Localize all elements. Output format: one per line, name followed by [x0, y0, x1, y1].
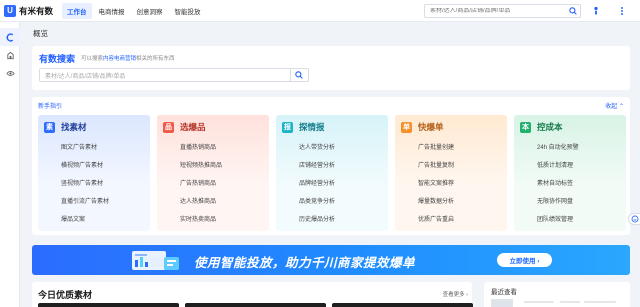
logo-mark: U	[4, 4, 16, 17]
search-icon[interactable]	[566, 5, 580, 17]
card-title[interactable]: 探情报	[299, 121, 325, 133]
guide-link[interactable]: 历史爆品分析	[299, 215, 388, 233]
recent-item-placeholder	[524, 301, 554, 303]
main-search-input[interactable]: 素材/达人/商品/店铺/品牌/单品	[39, 68, 291, 82]
view-more-link[interactable]: 查看更多 ›	[443, 290, 468, 298]
guide-link[interactable]: 店铺经营分析	[299, 161, 388, 179]
guide-link[interactable]: 广告批量复制	[418, 161, 507, 179]
material-thumbnail[interactable]	[38, 303, 179, 307]
material-thumbnail[interactable]	[332, 303, 473, 307]
subtitle-highlight: 内容电商营销	[103, 56, 137, 62]
guide-link[interactable]: 团队绩效管理	[537, 215, 626, 233]
guide-link[interactable]: 短视频热推商品	[180, 161, 269, 179]
nav-ecommerce-intel[interactable]: 电商情报	[94, 3, 130, 19]
guide-link[interactable]: 优质广告重启	[418, 215, 507, 233]
subtitle-pre: 可以搜索	[81, 56, 104, 62]
guide-link[interactable]: 爆品文案	[61, 215, 150, 233]
guide-link[interactable]: 低质计划清理	[537, 161, 626, 179]
top-header: U 有米有数 工作台 电商情报 创意洞察 智能投放	[0, 0, 640, 22]
guide-link[interactable]: 竖视频广告素材	[61, 179, 150, 197]
search-card-title: 有数搜索	[39, 54, 76, 64]
today-quality-materials: 今日优质素材 查看更多 ›	[32, 282, 473, 307]
beginner-guide: 新手指引 收起 ⌃ 素找素材 图文广告素材 横视频广告素材 竖视频广告素材 直播…	[32, 97, 630, 235]
card-fast-orders: 单快爆单 广告批量创建 广告批量复制 智能文案推荐 爆量数据分析 优质广告重启	[395, 115, 507, 231]
guide-link[interactable]: 品类竞争分析	[299, 197, 388, 215]
guide-link[interactable]: 爆量数据分析	[418, 197, 507, 215]
guide-link[interactable]: 实时热卖商品	[180, 215, 269, 233]
guide-link[interactable]: 横视频广告素材	[61, 161, 150, 179]
nav-creative-insight[interactable]: 创意洞察	[132, 3, 168, 19]
recent-item-placeholder	[584, 301, 616, 303]
material-icon: 素	[44, 121, 55, 133]
section-title: 最近查看	[491, 289, 517, 296]
overview-icon[interactable]	[0, 28, 20, 46]
promo-banner[interactable]: 使用智能投放，助力千川商家提效爆单 立即使用 ›	[32, 245, 630, 275]
customer-service-icon[interactable]	[628, 213, 640, 225]
top-search-box	[424, 4, 581, 18]
guide-link[interactable]: 达人热推商品	[180, 197, 269, 215]
recently-viewed: 最近查看	[484, 282, 630, 307]
nav-workbench[interactable]: 工作台	[62, 2, 92, 19]
more-icon[interactable]	[618, 4, 626, 18]
guide-link[interactable]: 智能文案推荐	[418, 179, 507, 197]
user-icon[interactable]	[591, 6, 600, 15]
recent-thumbnail[interactable]	[491, 299, 513, 307]
guide-title: 新手指引	[38, 104, 63, 110]
card-title[interactable]: 找素材	[61, 121, 87, 133]
order-icon: 单	[401, 121, 412, 133]
material-thumbnail[interactable]	[185, 303, 326, 307]
page-title: 概览	[33, 29, 48, 38]
search-icon	[295, 71, 303, 79]
app-logo[interactable]: U 有米有数	[0, 4, 60, 17]
search-card: 有数搜索 可以搜索内容电商营销相关的所有东西 素材/达人/商品/店铺/品牌/单品	[32, 46, 630, 90]
guide-link[interactable]: 直播热销商品	[180, 143, 269, 161]
card-title[interactable]: 快爆单	[418, 121, 444, 133]
subtitle-post: 相关的所有东西	[136, 56, 175, 62]
shop-icon[interactable]	[0, 46, 20, 64]
recent-item-placeholder	[560, 301, 580, 303]
search-button[interactable]	[290, 68, 309, 82]
use-now-button[interactable]: 立即使用 ›	[497, 253, 552, 267]
guide-link[interactable]: 直播引流广告素材	[61, 197, 150, 215]
banner-headline: 使用智能投放，助力千川商家提效爆单	[194, 256, 416, 270]
card-title[interactable]: 控成本	[537, 121, 563, 133]
app-name: 有米有数	[19, 5, 54, 16]
main-nav: 工作台 电商情报 创意洞察 智能投放	[62, 2, 208, 19]
collapse-button[interactable]: 收起 ⌃	[605, 101, 624, 110]
product-icon: 品	[163, 121, 174, 133]
guide-link[interactable]: 广告热销商品	[180, 179, 269, 197]
guide-link[interactable]: 无限协作网盘	[537, 197, 626, 215]
card-title[interactable]: 选爆品	[180, 121, 206, 133]
report-icon: 报	[282, 121, 293, 133]
cost-icon: 本	[520, 121, 531, 133]
search-card-subtitle: 可以搜索内容电商营销相关的所有东西	[81, 54, 175, 62]
guide-link[interactable]: 素材自动标签	[537, 179, 626, 197]
dashboard-illustration	[132, 251, 179, 270]
eye-icon[interactable]	[0, 64, 20, 82]
section-title: 今日优质素材	[38, 290, 93, 300]
card-find-material: 素找素材 图文广告素材 横视频广告素材 竖视频广告素材 直播引流广告素材 爆品文…	[38, 115, 150, 231]
card-control-cost: 本控成本 24h 自动化预警 低质计划清理 素材自动标签 无限协作网盘 团队绩效…	[514, 115, 626, 231]
left-rail	[0, 22, 20, 307]
card-pick-hot-products: 品选爆品 直播热销商品 短视频热推商品 广告热销商品 达人热推商品 实时热卖商品	[157, 115, 269, 231]
card-explore-intel: 报探情报 达人带货分析 店铺经营分析 品牌经营分析 品类竞争分析 历史爆品分析	[276, 115, 388, 231]
guide-link[interactable]: 品牌经营分析	[299, 179, 388, 197]
nav-smart-ads[interactable]: 智能投放	[170, 3, 206, 19]
guide-link[interactable]: 广告批量创建	[418, 143, 507, 161]
top-search-input[interactable]	[425, 8, 566, 14]
guide-link[interactable]: 24h 自动化预警	[537, 143, 626, 161]
guide-link[interactable]: 图文广告素材	[61, 143, 150, 161]
guide-link[interactable]: 达人带货分析	[299, 143, 388, 161]
